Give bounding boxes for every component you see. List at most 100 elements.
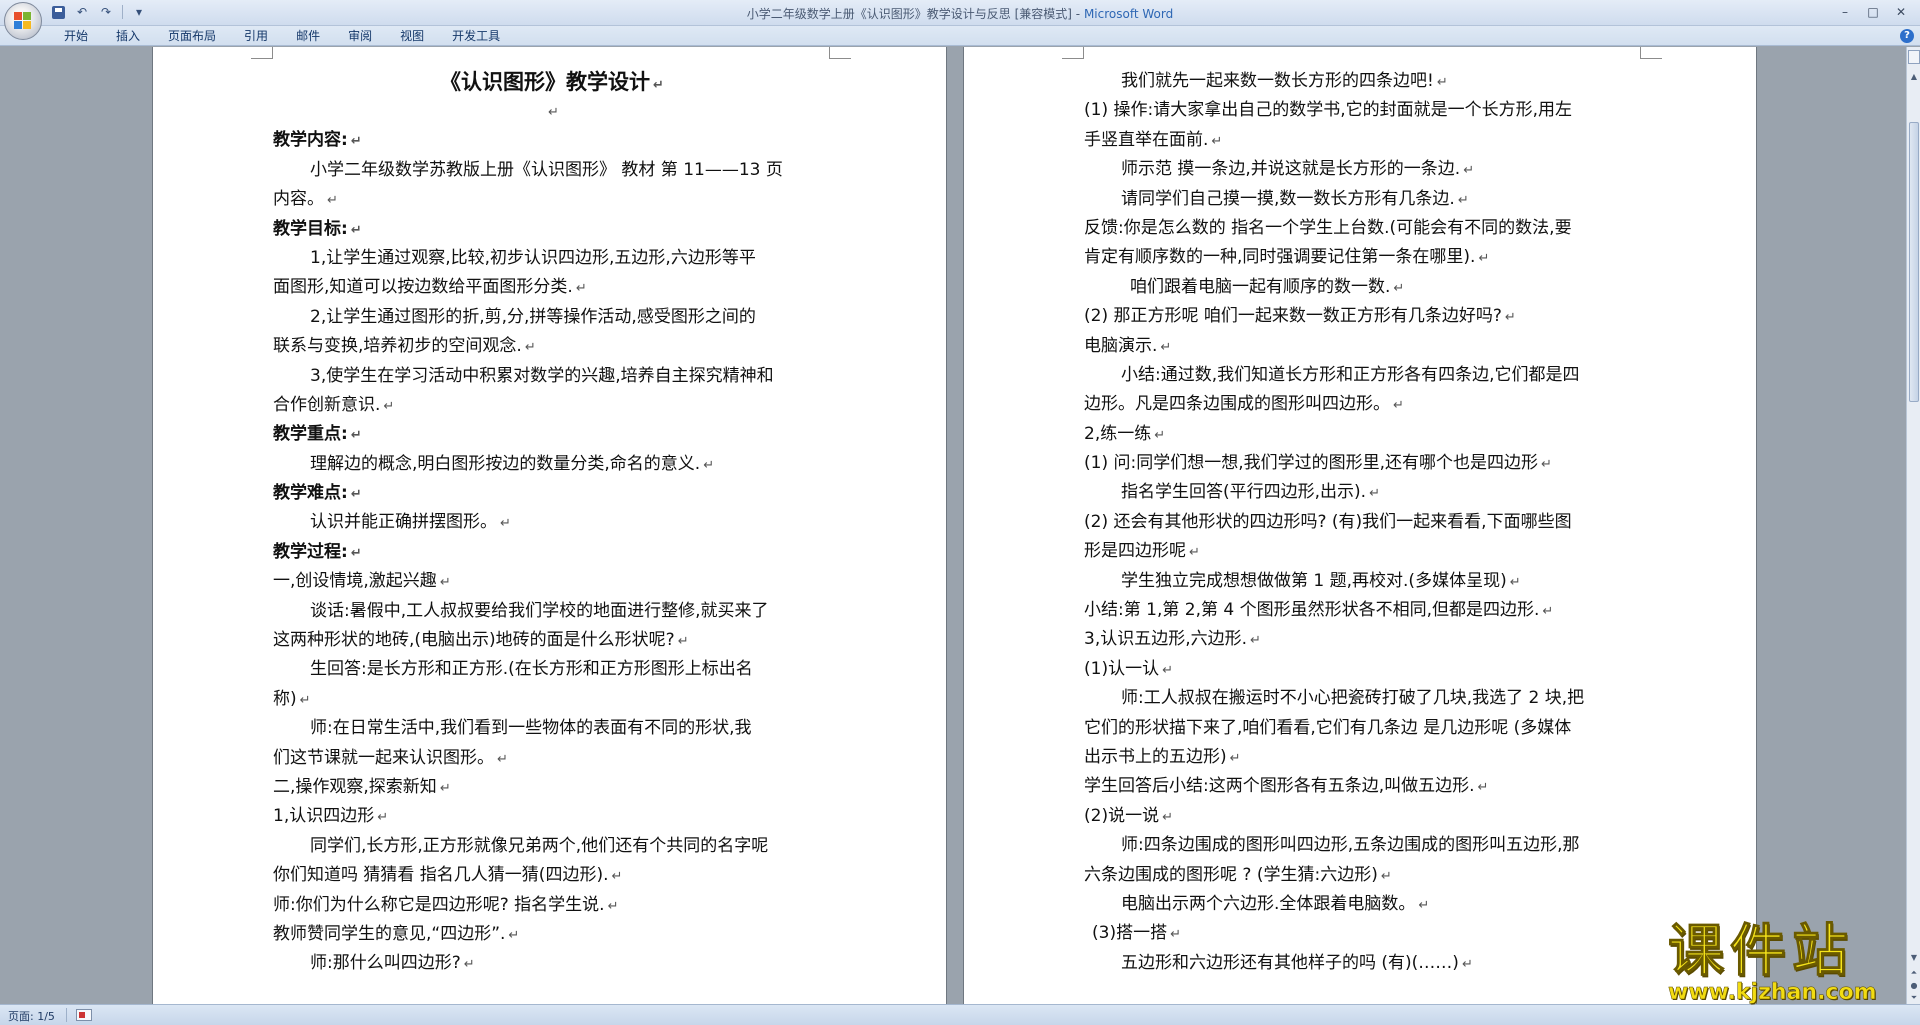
doc-line: 小结:通过数,我们知道长方形和正方形各有四条边,它们都是四 — [1121, 364, 1580, 385]
doc-line: 师:你们为什么称它是四边形呢? 指名学生说. ↵ — [273, 894, 619, 915]
app-name: Microsoft Word — [1083, 7, 1174, 21]
doc-line: (2) 那正方形呢 咱们一起来数一数正方形有几条边好吗? ↵ — [1084, 306, 1516, 327]
doc-line: (1)认一认 ↵ — [1084, 658, 1173, 679]
tab-developer[interactable]: 开发工具 — [438, 28, 514, 45]
doc-line: 一,创设情境,激起兴趣 ↵ — [273, 571, 451, 592]
browse-object-icon[interactable]: ● — [1908, 980, 1920, 992]
status-separator — [66, 1008, 67, 1022]
doc-line: 3,使学生在学习活动中积累对数学的兴趣,培养自主探究精神和 — [310, 365, 774, 386]
tab-home[interactable]: 开始 — [50, 28, 102, 45]
tab-mailings[interactable]: 邮件 — [282, 28, 334, 45]
doc-line: 请同学们自己摸一摸,数一数长方形有几条边. ↵ — [1121, 188, 1469, 209]
doc-line: 师示范 摸一条边,并说这就是长方形的一条边. ↵ — [1121, 159, 1475, 180]
doc-line: 二,操作观察,探索新知 ↵ — [273, 776, 451, 797]
doc-line: 师:工人叔叔在搬运时不小心把瓷砖打破了几块,我选了 2 块,把 — [1121, 688, 1585, 709]
scroll-up-icon[interactable]: ▲ — [1908, 71, 1920, 83]
doc-line: 学生独立完成想想做做第 1 题,再校对.(多媒体呈现) ↵ — [1121, 570, 1521, 591]
doc-line: (1) 操作:请大家拿出自己的数学书,它的封面就是一个长方形,用左 — [1084, 100, 1573, 121]
doc-line: 这两种形状的地砖,(电脑出示)地砖的面是什么形状呢? ↵ — [273, 630, 689, 651]
ribbon: 开始 插入 页面布局 引用 邮件 审阅 视图 开发工具 ? — [0, 26, 1920, 46]
doc-line: 边形。凡是四条边围成的图形叫四边形。 ↵ — [1084, 394, 1404, 415]
margin-corner-mark — [1062, 47, 1084, 59]
doc-line: 同学们,长方形,正方形就像兄弟两个,他们还有个共同的名字呢 — [310, 835, 769, 856]
doc-title: 《认识图形》教学设计 ↵ — [440, 70, 664, 94]
doc-line: 咱们跟着电脑一起有顺序的数一数. ↵ — [1130, 276, 1405, 297]
doc-line: 我们就先一起来数一数长方形的四条边吧! ↵ — [1121, 71, 1448, 91]
doc-line: (2) 还会有其他形状的四边形吗? (有)我们一起来看看,下面哪些图 — [1084, 511, 1572, 532]
doc-line: 你们知道吗 猜猜看 指名几人猜一猜(四边形). ↵ — [273, 865, 623, 886]
doc-line: 学生回答后小结:这两个图形各有五条边,叫做五边形. ↵ — [1084, 776, 1489, 797]
tab-insert[interactable]: 插入 — [102, 28, 154, 45]
office-button[interactable] — [4, 2, 42, 40]
status-bar: 页面: 1/5 — [0, 1004, 1920, 1025]
section-heading: 教学难点: ↵ — [273, 483, 362, 504]
tab-view[interactable]: 视图 — [386, 28, 438, 45]
doc-line: 电脑演示. ↵ — [1084, 335, 1172, 356]
doc-line: 形是四边形呢 ↵ — [1084, 541, 1200, 562]
doc-line: (3)搭一搭 ↵ — [1092, 923, 1181, 944]
tab-review[interactable]: 审阅 — [334, 28, 386, 45]
doc-line: 2,让学生通过图形的折,剪,分,拼等操作活动,感受图形之间的 — [310, 306, 756, 327]
doc-line: 称) ↵ — [273, 688, 311, 709]
section-heading: 教学目标: ↵ — [273, 218, 362, 239]
doc-line: 反馈:你是怎么数的 指名一个学生上台数.(可能会有不同的数法,要 — [1084, 217, 1572, 238]
tab-page-layout[interactable]: 页面布局 — [154, 28, 230, 45]
doc-line: 1,让学生通过观察,比较,初步认识四边形,五边形,六边形等平 — [310, 247, 756, 268]
margin-corner-mark — [829, 47, 851, 59]
doc-line: 出示书上的五边形) ↵ — [1084, 746, 1241, 767]
doc-line: 理解边的概念,明白图形按边的数量分类,命名的意义. ↵ — [310, 453, 715, 474]
doc-line: ↵ — [548, 105, 559, 120]
left-page-text: 《认识图形》教学设计 ↵ ↵ 教学内容: ↵ 小学二年级数学苏教版上册《认识图形》 … — [273, 67, 831, 979]
minimize-icon[interactable]: – — [1832, 2, 1858, 22]
doc-line: 五边形和六边形还有其他样子的吗 (有)(……) ↵ — [1121, 952, 1473, 973]
doc-line: 生回答:是长方形和正方形.(在长方形和正方形图形上标出名 — [310, 659, 753, 680]
watermark-url: www.kjzhan.com — [1668, 980, 1877, 1005]
doc-line: 教师赞同学生的意见,“四边形”. ↵ — [273, 923, 520, 944]
doc-line: 电脑出示两个六边形.全体跟着电脑数。 ↵ — [1121, 893, 1430, 914]
scroll-down-icon[interactable]: ▼ — [1908, 952, 1920, 964]
document-title: 小学二年级数学上册《认识图形》教学设计与反思 [兼容模式] - — [746, 7, 1081, 21]
doc-line: 师:在日常生活中,我们看到一些物体的表面有不同的形状,我 — [310, 718, 752, 739]
maximize-icon[interactable]: □ — [1860, 2, 1886, 22]
doc-line: 2,练一练 ↵ — [1084, 423, 1166, 444]
doc-line: 认识并能正确拼摆图形。 ↵ — [310, 512, 511, 533]
doc-line: 师:那什么叫四边形? ↵ — [310, 953, 475, 974]
previous-page-icon[interactable]: ⏶ — [1908, 967, 1920, 979]
office-logo-icon — [14, 12, 32, 30]
doc-line: 它们的形状描下来了,咱们看看,它们有几条边 是几边形呢 (多媒体 — [1084, 717, 1572, 738]
document-workspace: 《认识图形》教学设计 ↵ ↵ 教学内容: ↵ 小学二年级数学苏教版上册《认识图形》 … — [0, 47, 1906, 1004]
tab-references[interactable]: 引用 — [230, 28, 282, 45]
macro-record-icon[interactable] — [76, 1009, 92, 1021]
window-title: 小学二年级数学上册《认识图形》教学设计与反思 [兼容模式] - Microsof… — [0, 5, 1920, 22]
page-left[interactable]: 《认识图形》教学设计 ↵ ↵ 教学内容: ↵ 小学二年级数学苏教版上册《认识图形》 … — [152, 47, 947, 1004]
section-heading: 教学过程: ↵ — [273, 541, 362, 562]
doc-line: 手竖直举在面前. ↵ — [1084, 129, 1223, 150]
doc-line: 面图形,知道可以按边数给平面图形分类. ↵ — [273, 277, 587, 298]
right-page-text: 我们就先一起来数一数长方形的四条边吧! ↵ (1) 操作:请大家拿出自己的数学书,… — [1084, 67, 1644, 978]
page-right[interactable]: 我们就先一起来数一数长方形的四条边吧! ↵ (1) 操作:请大家拿出自己的数学书,… — [963, 47, 1757, 1004]
help-icon[interactable]: ? — [1900, 29, 1914, 43]
doc-line: 1,认识四边形 ↵ — [273, 806, 389, 827]
doc-line: 肯定有顺序数的一种,同时强调要记住第一条在哪里). ↵ — [1084, 247, 1490, 268]
margin-corner-mark — [1640, 47, 1662, 59]
section-heading: 教学重点: ↵ — [273, 424, 362, 445]
page-count[interactable]: 页面: 1/5 — [8, 1008, 55, 1024]
doc-line: 合作创新意识. ↵ — [273, 394, 395, 415]
kjzhan-watermark: 课件站 www.kjzhan.com — [1668, 919, 1904, 1005]
next-page-icon[interactable]: ⏷ — [1908, 992, 1920, 1004]
section-heading: 教学内容: ↵ — [273, 130, 362, 151]
doc-line: 师:四条边围成的图形叫四边形,五条边围成的图形叫五边形,那 — [1121, 835, 1580, 856]
doc-line: (1) 问:同学们想一想,我们学过的图形里,还有哪个也是四边形 ↵ — [1084, 453, 1552, 474]
margin-corner-mark — [251, 47, 273, 59]
doc-line: 六条边围成的图形呢 ? (学生猜:六边形) ↵ — [1084, 864, 1392, 885]
vertical-scrollbar[interactable]: ▲ ▼ ⏶ ● ⏷ — [1906, 47, 1920, 1004]
window-controls: – □ ✕ — [1832, 2, 1914, 22]
watermark-title: 课件站 — [1668, 919, 1854, 984]
doc-line: (2)说一说 ↵ — [1084, 805, 1173, 826]
doc-line: 谈话:暑假中,工人叔叔要给我们学校的地面进行整修,就买来了 — [310, 600, 769, 621]
ruler-toggle-icon[interactable] — [1908, 50, 1920, 64]
doc-line: 小学二年级数学苏教版上册《认识图形》 教材 第 11——13 页 — [310, 159, 783, 180]
doc-line: 联系与变换,培养初步的空间观念. ↵ — [273, 336, 536, 357]
scrollbar-thumb[interactable] — [1909, 122, 1919, 402]
close-icon[interactable]: ✕ — [1888, 2, 1914, 22]
